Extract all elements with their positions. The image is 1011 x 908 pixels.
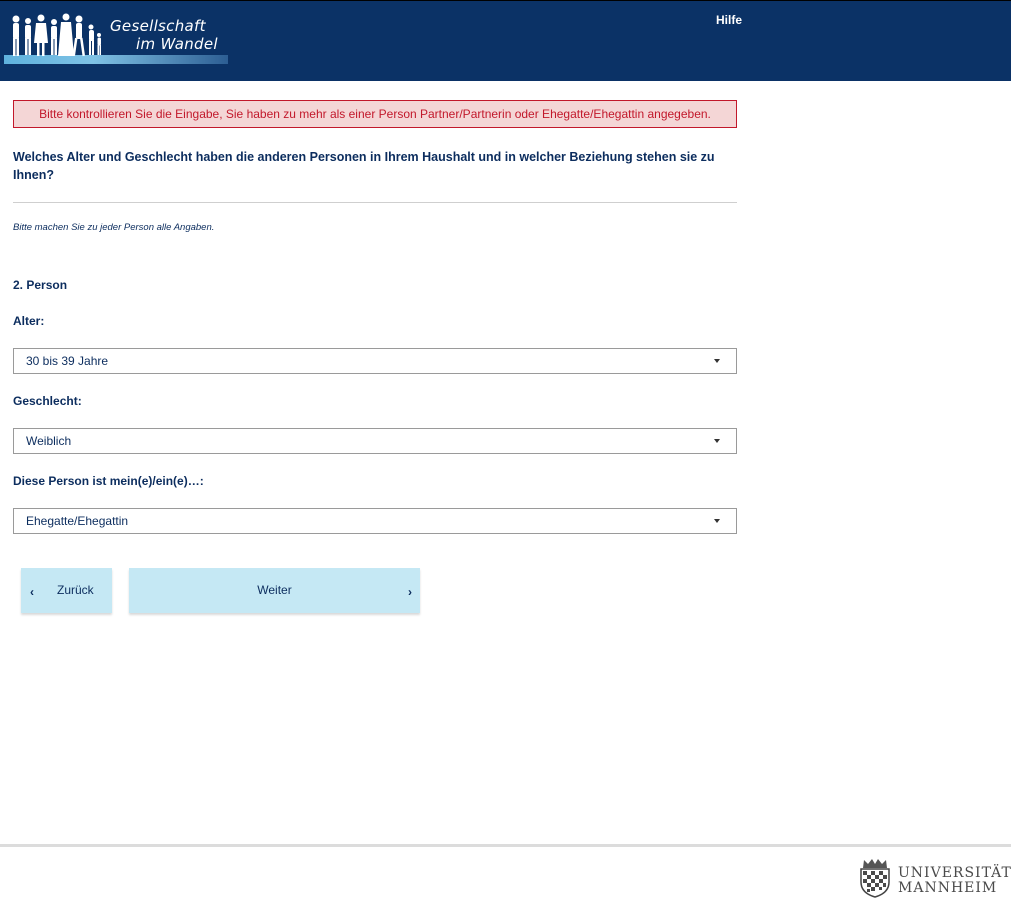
help-link[interactable]: Hilfe (716, 13, 742, 27)
university-wordmark: UNIVERSITÄT MANNHEIM (898, 866, 1011, 896)
age-select-value: 30 bis 39 Jahre (26, 354, 109, 368)
relation-select-value: Ehegatte/Ehegattin (26, 514, 129, 528)
university-logo[interactable]: UNIVERSITÄT MANNHEIM (858, 856, 1011, 900)
back-button-label: Zurück (57, 583, 94, 597)
relation-label: Diese Person ist mein(e)/ein(e)…: (13, 474, 204, 488)
error-alert: Bitte kontrollieren Sie die Eingabe, Sie… (13, 100, 737, 128)
site-logo[interactable]: Gesellschaft im Wandel (4, 11, 228, 65)
logo-line-2: im Wandel (136, 35, 218, 53)
gender-select-value: Weiblich (26, 434, 72, 448)
back-button[interactable]: ‹ Zurück (21, 568, 112, 613)
next-button[interactable]: Weiter › (129, 568, 420, 613)
uni-line-2: MANNHEIM (898, 880, 998, 896)
chevron-right-icon: › (408, 585, 412, 599)
caret-down-icon (714, 439, 720, 443)
gender-select[interactable]: Weiblich (13, 428, 737, 454)
logo-line-1: Gesellschaft (110, 17, 206, 35)
age-label: Alter: (13, 314, 45, 328)
error-alert-message: Bitte kontrollieren Sie die Eingabe, Sie… (39, 107, 711, 121)
caret-down-icon (714, 519, 720, 523)
question-text: Welches Alter und Geschlecht haben die a… (13, 150, 715, 182)
divider (13, 202, 737, 203)
gender-label: Geschlecht: (13, 394, 82, 408)
header: Gesellschaft im Wandel Hilfe (0, 0, 1011, 81)
person-title: 2. Person (13, 278, 68, 292)
relation-select[interactable]: Ehegatte/Ehegattin (13, 508, 737, 534)
university-seal-icon (860, 859, 890, 898)
survey-content: Bitte kontrollieren Sie die Eingabe, Sie… (13, 100, 737, 534)
logo-wordmark: Gesellschaft im Wandel (110, 17, 218, 53)
uni-line-1: UNIVERSITÄT (898, 865, 1011, 881)
footer-divider (0, 844, 1011, 847)
instruction-text: Bitte machen Sie zu jeder Person alle An… (13, 222, 215, 233)
chevron-left-icon: ‹ (30, 585, 34, 599)
people-silhouettes-icon (12, 13, 101, 57)
caret-down-icon (714, 359, 720, 363)
next-button-label: Weiter (257, 583, 292, 597)
age-select[interactable]: 30 bis 39 Jahre (13, 348, 737, 374)
